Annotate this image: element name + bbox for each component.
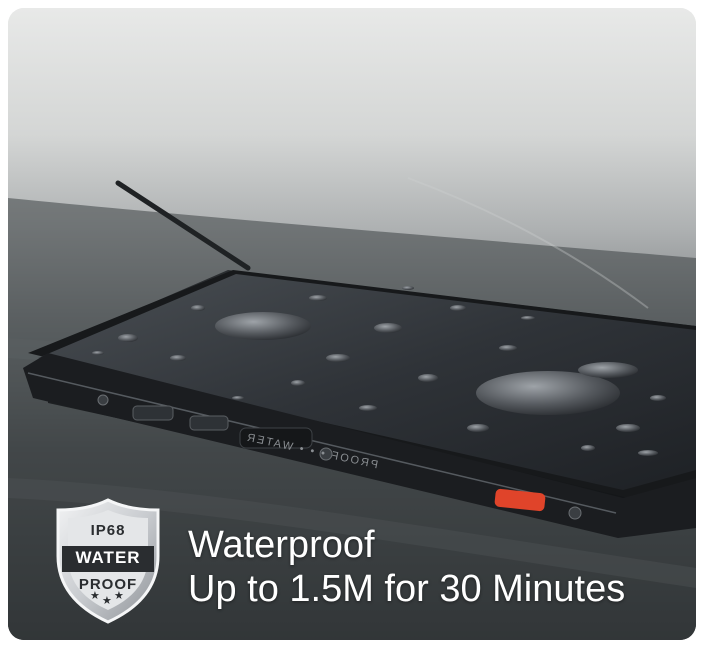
- headline: Waterproof Up to 1.5M for 30 Minutes: [188, 523, 625, 611]
- badge-line1: WATER: [75, 548, 141, 567]
- product-image-card: PROOF • • • WATER ★ ★ ★ IP68 WATER PROOF…: [8, 8, 696, 640]
- headline-title: Waterproof: [188, 524, 375, 566]
- ip68-badge: ★ ★ ★ IP68 WATER PROOF: [52, 496, 164, 626]
- badge-rating: IP68: [90, 522, 126, 539]
- svg-text:★: ★: [102, 594, 112, 607]
- badge-line2: PROOF: [78, 576, 138, 593]
- headline-subtitle: Up to 1.5M for 30 Minutes: [188, 568, 626, 610]
